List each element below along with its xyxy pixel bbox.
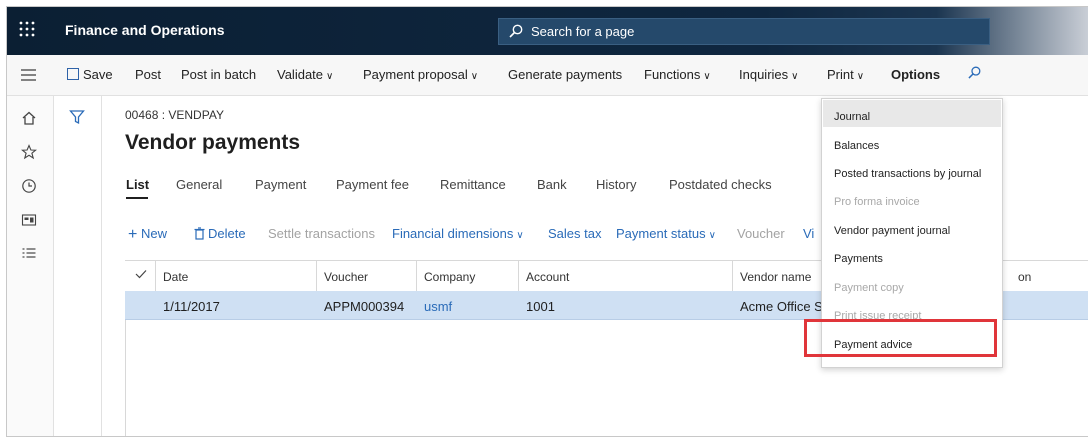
post-in-batch-button[interactable]: Post in batch	[181, 67, 256, 82]
financial-dimensions-label: Financial dimensions	[392, 226, 514, 241]
chevron-down-icon: ∨	[856, 71, 865, 82]
app-window: Finance and Operations Search for a page…	[6, 6, 1088, 437]
new-button[interactable]: + New	[128, 226, 167, 244]
search-placeholder: Search for a page	[531, 24, 635, 39]
page-caption: 00468 : VENDPAY	[125, 108, 224, 122]
tab-remittance[interactable]: Remittance	[440, 177, 506, 192]
truncated-action-button[interactable]: Vi	[803, 226, 814, 241]
plus-icon: +	[128, 226, 138, 243]
page-title: Vendor payments	[125, 131, 301, 154]
column-header-date[interactable]: Date	[163, 270, 188, 284]
generate-payments-button[interactable]: Generate payments	[508, 67, 622, 82]
menu-item-posted-transactions-by-journal[interactable]: Posted transactions by journal	[834, 168, 981, 180]
column-divider	[416, 261, 417, 291]
payment-proposal-label: Payment proposal	[363, 67, 468, 82]
active-tab-indicator	[126, 197, 148, 199]
menu-item-payment-copy: Payment copy	[834, 282, 904, 294]
menu-item-payments[interactable]: Payments	[834, 253, 883, 265]
functions-label: Functions	[644, 67, 701, 82]
column-header-vendor-name[interactable]: Vendor name	[740, 270, 811, 284]
trash-icon	[194, 227, 205, 243]
cell-date[interactable]: 1/11/2017	[163, 299, 220, 314]
hamburger-icon[interactable]	[21, 68, 36, 86]
functions-menu[interactable]: Functions ∨	[644, 67, 711, 82]
new-label: New	[140, 226, 167, 241]
filter-pane	[54, 96, 102, 436]
star-icon[interactable]	[20, 144, 39, 162]
cell-vendor-name[interactable]: Acme Office S	[740, 299, 823, 314]
filter-icon[interactable]	[69, 109, 85, 130]
post-button[interactable]: Post	[135, 67, 161, 82]
chevron-down-icon: ∨	[470, 71, 479, 82]
menu-item-journal[interactable]: Journal	[834, 111, 870, 123]
save-button[interactable]: Save	[67, 67, 113, 82]
tab-payment[interactable]: Payment	[255, 177, 306, 192]
list-icon[interactable]	[21, 246, 39, 264]
column-divider	[732, 261, 733, 291]
action-search-icon[interactable]	[968, 66, 981, 82]
cell-company[interactable]: usmf	[424, 299, 452, 314]
financial-dimensions-menu[interactable]: Financial dimensions ∨	[392, 226, 524, 241]
action-pane: Save Post Post in batch Validate ∨ Paymen…	[7, 55, 1088, 96]
highlight-callout-box	[804, 319, 997, 357]
tab-bank[interactable]: Bank	[537, 177, 567, 192]
workspace-icon[interactable]	[21, 212, 39, 230]
tab-postdated-checks[interactable]: Postdated checks	[669, 177, 772, 192]
print-menu[interactable]: Print ∨	[827, 67, 864, 82]
save-label: Save	[83, 67, 113, 82]
delete-button[interactable]: Delete	[194, 226, 246, 243]
tab-payment-fee[interactable]: Payment fee	[336, 177, 409, 192]
payment-status-label: Payment status	[616, 226, 706, 241]
menu-item-pro-forma-invoice: Pro forma invoice	[834, 196, 920, 208]
sales-tax-button[interactable]: Sales tax	[548, 226, 601, 241]
search-box[interactable]: Search for a page	[498, 18, 990, 45]
search-icon	[509, 24, 523, 43]
tab-history[interactable]: History	[596, 177, 636, 192]
column-header-truncated[interactable]: on	[1018, 270, 1031, 284]
inquiries-label: Inquiries	[739, 67, 789, 82]
home-icon[interactable]	[21, 110, 39, 128]
chevron-down-icon: ∨	[708, 230, 716, 241]
column-header-voucher[interactable]: Voucher	[324, 270, 368, 284]
print-label: Print	[827, 67, 854, 82]
chevron-down-icon: ∨	[516, 230, 524, 241]
cell-account[interactable]: 1001	[526, 299, 555, 314]
checkmark-icon[interactable]	[135, 268, 147, 282]
column-divider	[155, 261, 156, 291]
column-header-account[interactable]: Account	[526, 270, 569, 284]
delete-label: Delete	[208, 226, 246, 241]
clock-icon[interactable]	[21, 178, 39, 196]
payment-status-menu[interactable]: Payment status ∨	[616, 226, 716, 241]
column-header-company[interactable]: Company	[424, 270, 475, 284]
navigation-rail	[7, 96, 54, 436]
settle-transactions-button[interactable]: Settle transactions	[268, 226, 375, 241]
menu-item-balances[interactable]: Balances	[834, 140, 879, 152]
voucher-button[interactable]: Voucher	[737, 226, 785, 241]
menu-item-vendor-payment-journal[interactable]: Vendor payment journal	[834, 225, 950, 237]
waffle-icon[interactable]	[19, 21, 39, 41]
column-divider	[518, 261, 519, 291]
options-tab[interactable]: Options	[891, 67, 940, 82]
app-title[interactable]: Finance and Operations	[65, 22, 224, 38]
validate-label: Validate	[277, 67, 324, 82]
tab-general[interactable]: General	[176, 177, 222, 192]
chevron-down-icon: ∨	[791, 71, 799, 82]
chevron-down-icon: ∨	[326, 71, 334, 82]
validate-menu[interactable]: Validate ∨	[277, 67, 333, 82]
top-navigation-bar: Finance and Operations Search for a page	[7, 7, 1088, 55]
column-divider	[316, 261, 317, 291]
chevron-down-icon: ∨	[703, 71, 711, 82]
tab-list[interactable]: List	[126, 177, 149, 192]
save-icon	[67, 68, 79, 80]
payment-proposal-menu[interactable]: Payment proposal ∨	[363, 67, 478, 82]
inquiries-menu[interactable]: Inquiries ∨	[739, 67, 798, 82]
cell-voucher[interactable]: APPM000394	[324, 299, 404, 314]
